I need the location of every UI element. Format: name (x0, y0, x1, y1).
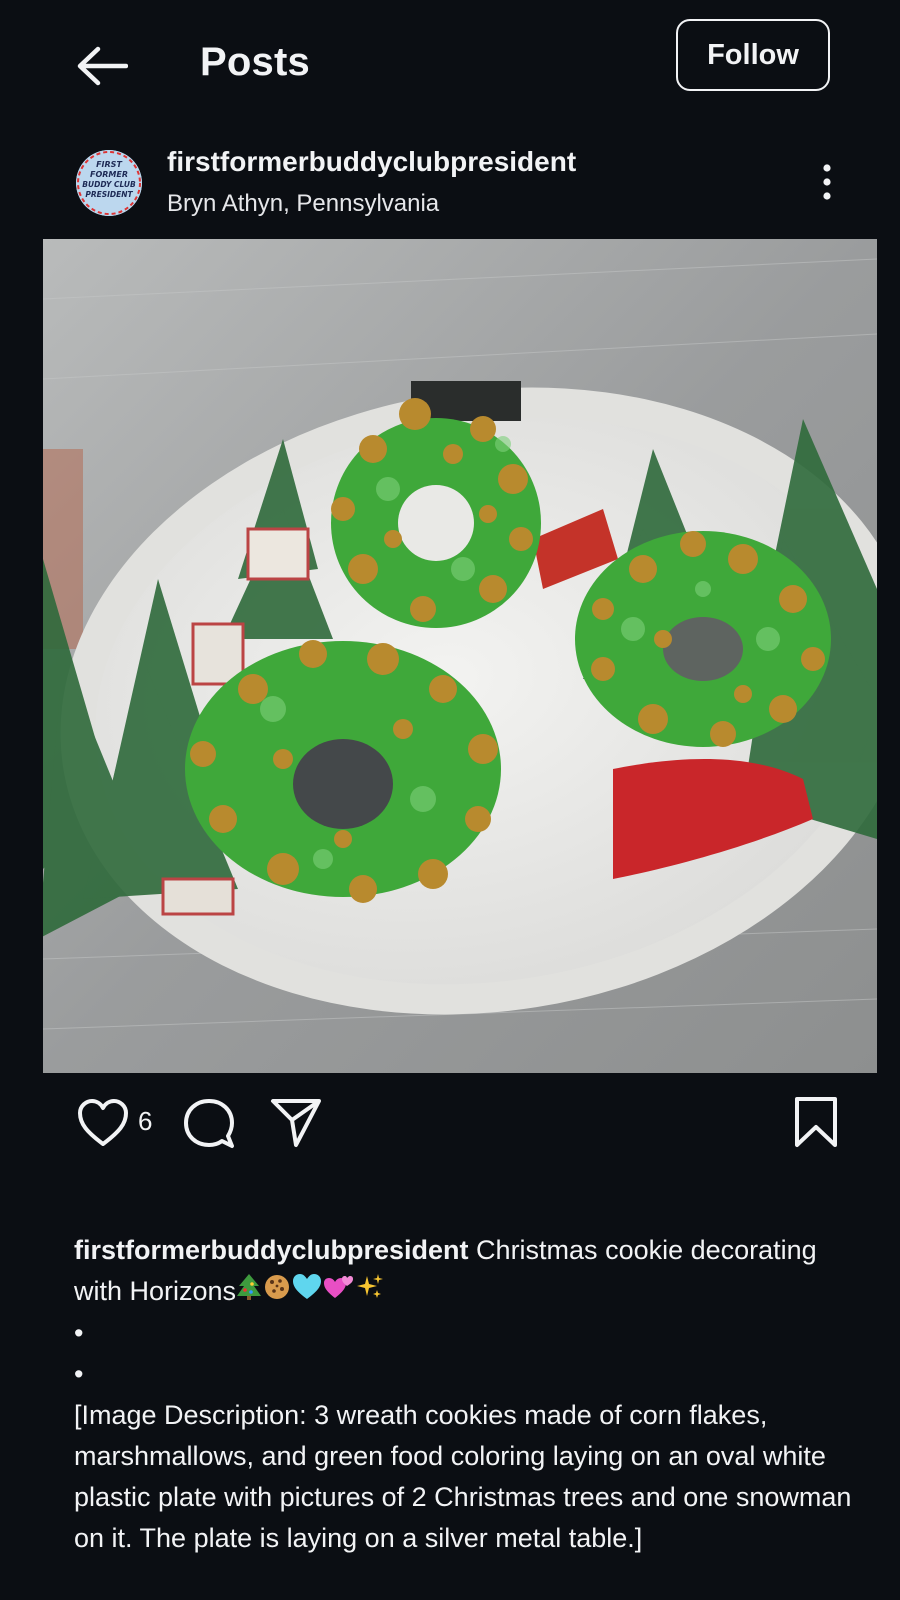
sparkles-emoji (356, 1272, 384, 1313)
avatar-text-line: FIRST (96, 160, 122, 169)
back-button[interactable] (74, 44, 130, 88)
post-username[interactable]: firstformerbuddyclubpresident (167, 146, 576, 178)
revolving-hearts-emoji (323, 1272, 355, 1313)
post-caption: firstformerbuddyclubpresident Christmas … (74, 1230, 864, 1559)
save-button[interactable] (793, 1096, 839, 1148)
avatar[interactable]: FIRST FORMER BUDDY CLUB PRESIDENT (76, 150, 142, 216)
top-bar: Posts Follow (0, 0, 900, 130)
avatar-text-line: FORMER (90, 170, 128, 179)
wreath-cookies-photo (43, 239, 877, 1073)
share-button[interactable] (270, 1096, 322, 1148)
caption-image-description: [Image Description: 3 wreath cookies mad… (74, 1400, 852, 1554)
bookmark-outline-icon (795, 1097, 837, 1147)
comment-button[interactable] (183, 1098, 235, 1150)
post-photo[interactable] (43, 239, 877, 1073)
more-options-button[interactable] (812, 160, 842, 204)
avatar-image: FIRST FORMER BUDDY CLUB PRESIDENT (76, 150, 142, 216)
follow-button[interactable]: Follow (676, 19, 830, 91)
cookie-emoji (263, 1272, 291, 1313)
three-dots-vertical-icon (823, 164, 831, 200)
heart-outline-icon (78, 1099, 128, 1146)
caption-bullet: • (74, 1359, 84, 1390)
arrow-left-icon (77, 46, 128, 86)
like-button[interactable] (77, 1098, 129, 1148)
post-location[interactable]: Bryn Athyn, Pennsylvania (167, 190, 439, 218)
caption-main: firstformerbuddyclubpresident Christmas … (74, 1230, 864, 1313)
caption-bullet: • (74, 1318, 84, 1349)
paper-plane-icon (271, 1099, 321, 1147)
like-count[interactable]: 6 (138, 1106, 152, 1137)
page-title: Posts (200, 40, 310, 84)
avatar-text-line: PRESIDENT (85, 190, 133, 199)
speech-bubble-icon (184, 1099, 234, 1148)
caption-username[interactable]: firstformerbuddyclubpresident (74, 1235, 469, 1265)
christmas-tree-emoji (236, 1272, 262, 1313)
avatar-text-line: BUDDY CLUB (82, 180, 136, 189)
light-blue-heart-emoji (292, 1272, 322, 1313)
